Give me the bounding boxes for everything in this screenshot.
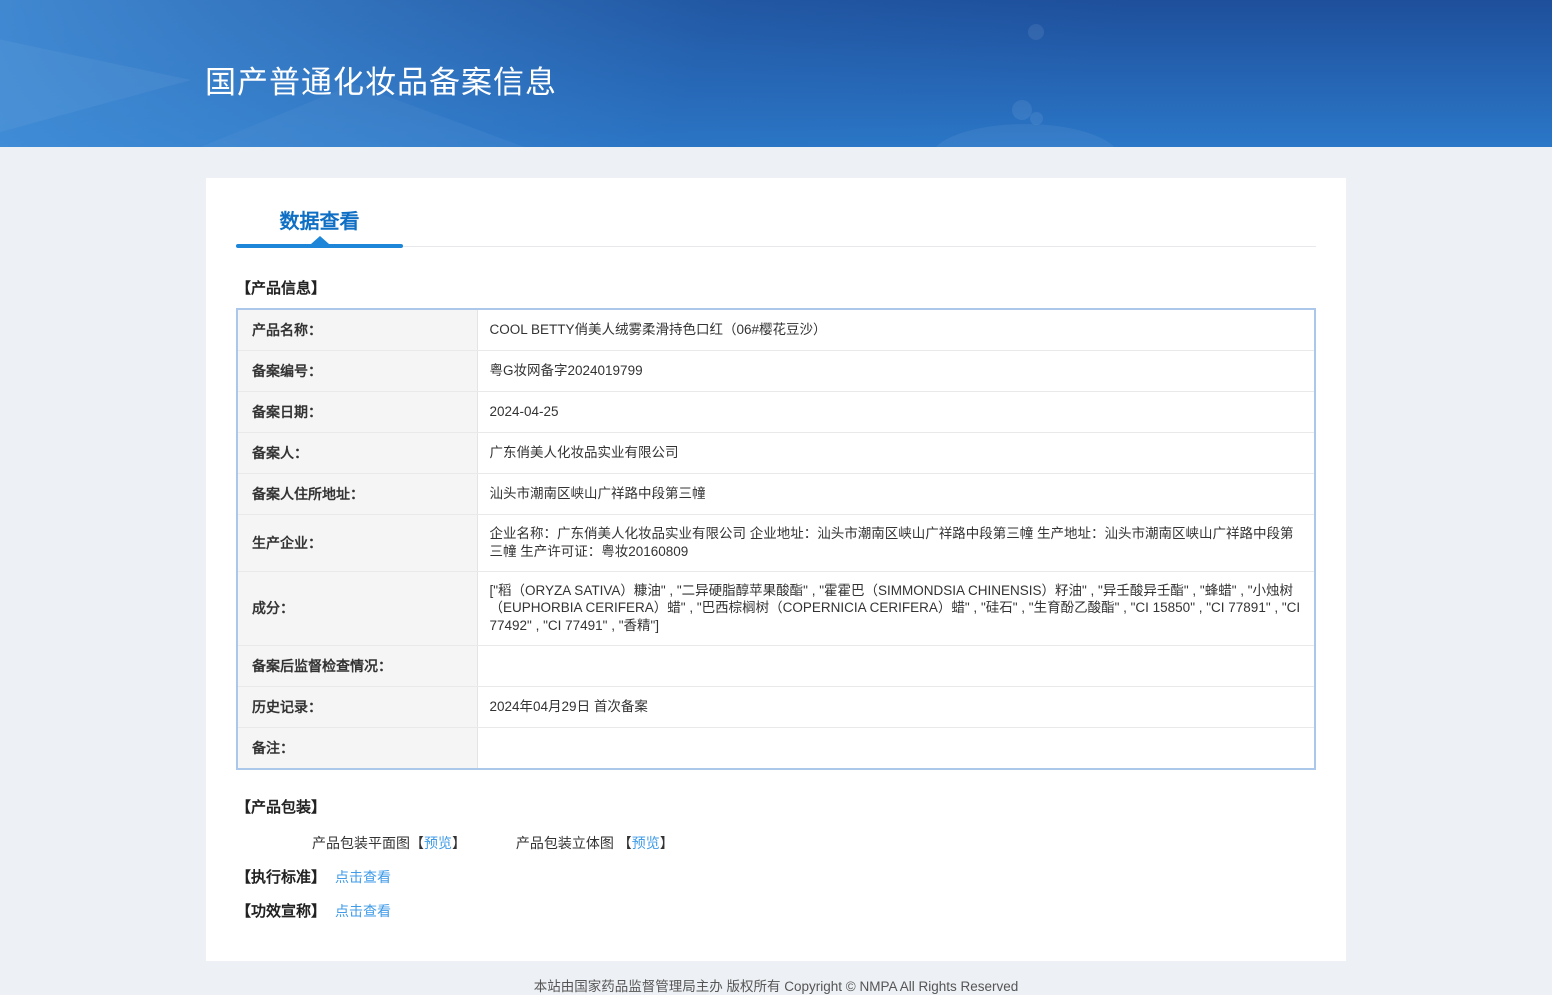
packaging-row: 产品包装平面图【预览】 产品包装立体图 【预览】 <box>312 833 1316 853</box>
section-standard-title: 【执行标准】 <box>236 866 326 887</box>
packaging-stereo-bracket: 】 <box>660 835 674 851</box>
row-label: 备案日期： <box>237 392 477 433</box>
tab-active-arrow-icon <box>311 236 329 244</box>
content-card: 数据查看 【产品信息】 产品名称： COOL BETTY俏美人绒雾柔滑持色口红（… <box>206 178 1346 961</box>
efficacy-row: 【功效宣称】 点击查看 <box>236 900 1316 921</box>
page-footer: 本站由国家药品监督管理局主办 版权所有 Copyright © NMPA All… <box>0 975 1552 995</box>
row-value: 企业名称：广东俏美人化妆品实业有限公司 企业地址：汕头市潮南区峡山广祥路中段第三… <box>477 515 1315 572</box>
table-row: 备案日期： 2024-04-25 <box>237 392 1315 433</box>
row-label: 成分： <box>237 571 477 645</box>
banner-decoration-circle <box>1012 100 1032 120</box>
row-value: 粤G妆网备字2024019799 <box>477 351 1315 392</box>
section-efficacy-title: 【功效宣称】 <box>236 900 326 921</box>
table-row: 备案人住所地址： 汕头市潮南区峡山广祥路中段第三幢 <box>237 474 1315 515</box>
row-label: 备案人： <box>237 433 477 474</box>
banner-decoration-blob <box>930 124 1120 147</box>
table-row: 备案编号： 粤G妆网备字2024019799 <box>237 351 1315 392</box>
standard-view-link[interactable]: 点击查看 <box>335 867 391 887</box>
tab-active-underline <box>236 244 403 248</box>
packaging-stereo-item: 产品包装立体图 【预览】 <box>516 833 674 853</box>
efficacy-view-link[interactable]: 点击查看 <box>335 901 391 921</box>
table-row: 历史记录： 2024年04月29日 首次备案 <box>237 687 1315 728</box>
row-value <box>477 728 1315 770</box>
table-row: 备案人： 广东俏美人化妆品实业有限公司 <box>237 433 1315 474</box>
product-info-table: 产品名称： COOL BETTY俏美人绒雾柔滑持色口红（06#樱花豆沙） 备案编… <box>236 308 1316 770</box>
row-value <box>477 646 1315 687</box>
tab-bar: 数据查看 <box>236 178 1316 247</box>
packaging-flat-bracket: 】 <box>452 835 466 851</box>
packaging-stereo-label: 产品包装立体图 【 <box>516 835 632 851</box>
row-value: 2024-04-25 <box>477 392 1315 433</box>
row-value: 广东俏美人化妆品实业有限公司 <box>477 433 1315 474</box>
product-info-table-body: 产品名称： COOL BETTY俏美人绒雾柔滑持色口红（06#樱花豆沙） 备案编… <box>237 309 1315 769</box>
tab-data-view[interactable]: 数据查看 <box>236 205 403 246</box>
table-row: 产品名称： COOL BETTY俏美人绒雾柔滑持色口红（06#樱花豆沙） <box>237 309 1315 351</box>
standard-row: 【执行标准】 点击查看 <box>236 866 1316 887</box>
packaging-flat-label: 产品包装平面图【 <box>312 835 424 851</box>
row-value: ["稻（ORYZA SATIVA）糠油" , "二异硬脂醇苹果酸酯" , "霍霍… <box>477 571 1315 645</box>
row-value: COOL BETTY俏美人绒雾柔滑持色口红（06#樱花豆沙） <box>477 309 1315 351</box>
row-label: 备注： <box>237 728 477 770</box>
packaging-flat-preview-link[interactable]: 预览 <box>424 835 452 851</box>
section-product-info-title: 【产品信息】 <box>236 277 1316 298</box>
packaging-flat-item: 产品包装平面图【预览】 <box>312 833 466 853</box>
tab-data-view-label: 数据查看 <box>280 211 360 233</box>
table-row: 备案后监督检查情况： <box>237 646 1315 687</box>
row-label: 历史记录： <box>237 687 477 728</box>
row-value: 2024年04月29日 首次备案 <box>477 687 1315 728</box>
row-label: 备案编号： <box>237 351 477 392</box>
page-title: 国产普通化妆品备案信息 <box>205 57 557 102</box>
row-label: 生产企业： <box>237 515 477 572</box>
section-packaging-title: 【产品包装】 <box>236 796 1316 817</box>
copyright-text: 本站由国家药品监督管理局主办 版权所有 Copyright © NMPA All… <box>534 979 1019 994</box>
row-value: 汕头市潮南区峡山广祥路中段第三幢 <box>477 474 1315 515</box>
table-row: 备注： <box>237 728 1315 770</box>
banner-decoration-circle <box>1028 24 1044 40</box>
packaging-stereo-preview-link[interactable]: 预览 <box>632 835 660 851</box>
table-row: 成分： ["稻（ORYZA SATIVA）糠油" , "二异硬脂醇苹果酸酯" ,… <box>237 571 1315 645</box>
page-banner: 国产普通化妆品备案信息 <box>0 0 1552 147</box>
row-label: 产品名称： <box>237 309 477 351</box>
row-label: 备案人住所地址： <box>237 474 477 515</box>
banner-decoration-circle <box>1030 112 1043 125</box>
table-row: 生产企业： 企业名称：广东俏美人化妆品实业有限公司 企业地址：汕头市潮南区峡山广… <box>237 515 1315 572</box>
row-label: 备案后监督检查情况： <box>237 646 477 687</box>
